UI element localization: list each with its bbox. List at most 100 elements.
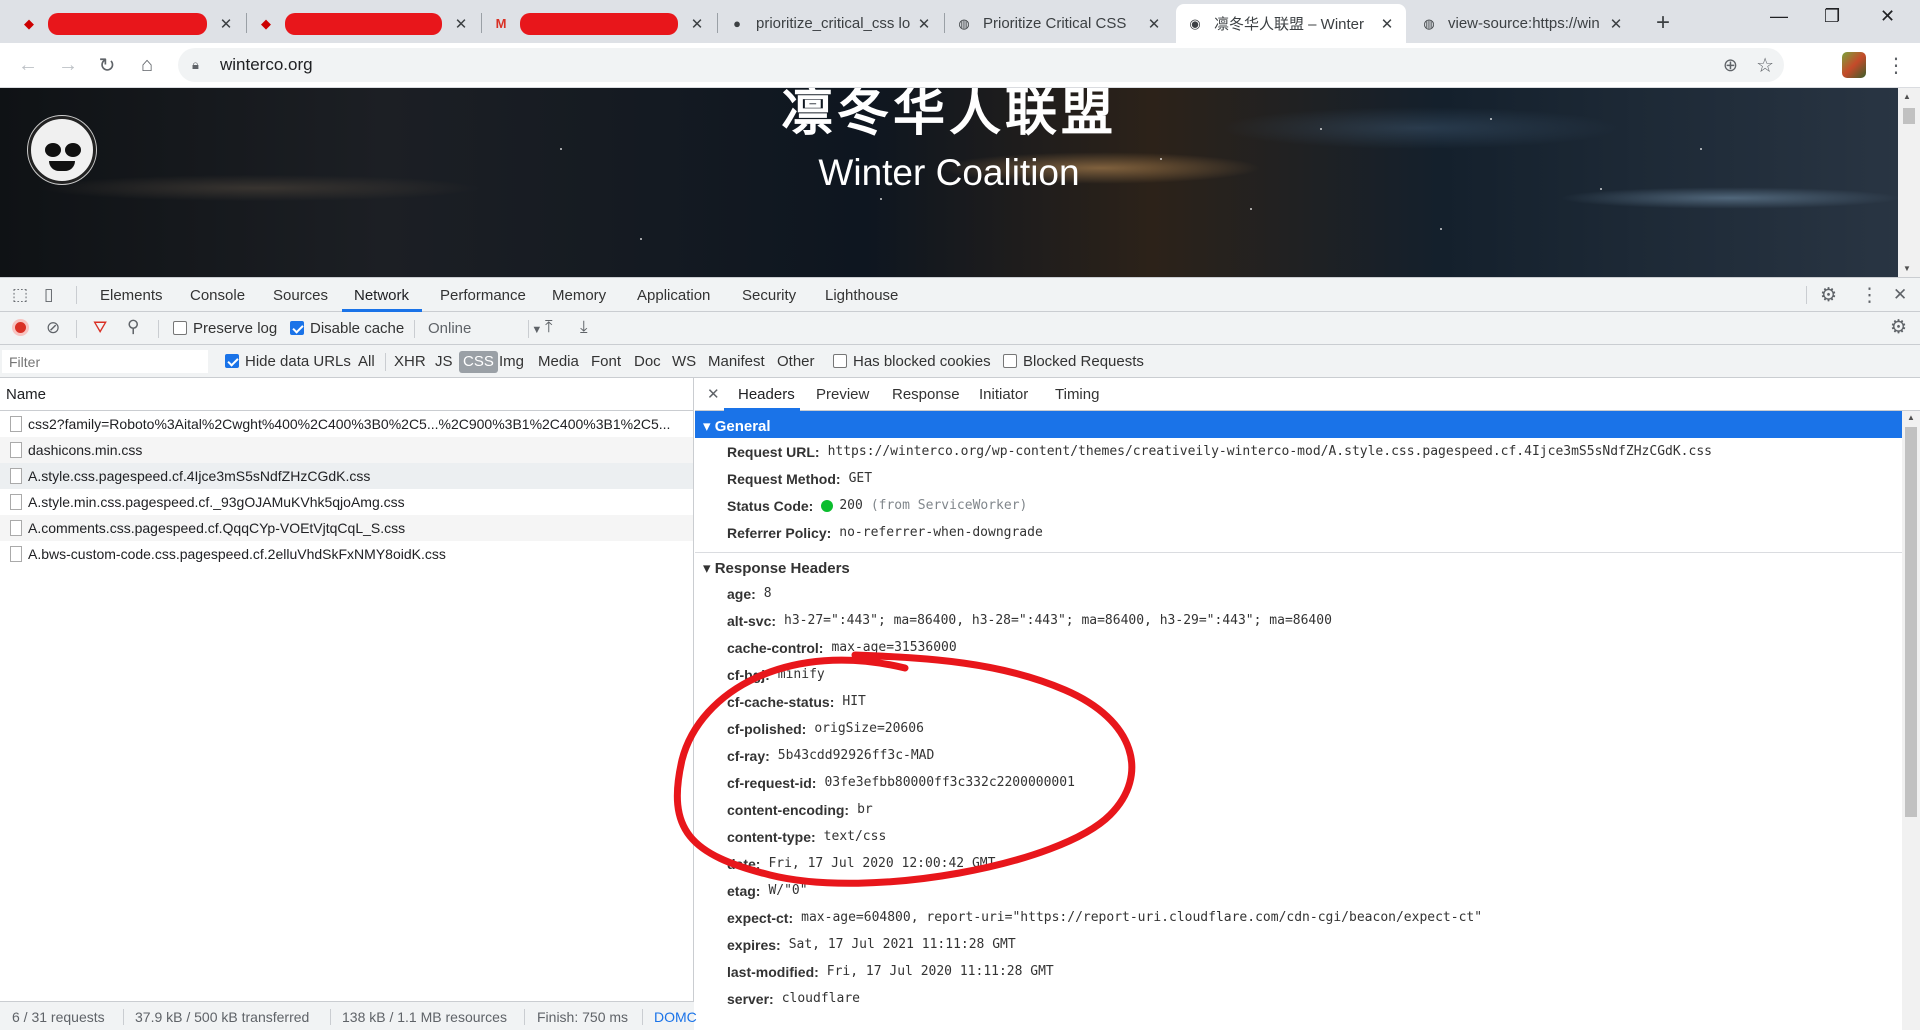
close-tab-icon[interactable]: ✕: [1378, 15, 1396, 33]
close-devtools-icon[interactable]: ✕: [1893, 285, 1907, 305]
close-window-icon[interactable]: ✕: [1880, 6, 1895, 27]
tab-initiator[interactable]: Initiator: [979, 386, 1028, 403]
extension-icon[interactable]: [1842, 52, 1866, 78]
filter-type-js[interactable]: JS: [435, 353, 453, 370]
request-name: dashicons.min.css: [28, 442, 143, 458]
header-row: cf-request-id: 03fe3efbb80000ff3c332c2200…: [695, 769, 1902, 796]
device-toolbar-icon[interactable]: ▯: [44, 285, 53, 305]
network-filter-bar: Hide data URLs All XHR JS CSS Img Media …: [0, 345, 1920, 378]
filter-type-ws[interactable]: WS: [672, 353, 696, 370]
header-value: br: [857, 802, 873, 817]
devtools-menu-icon[interactable]: ⋮: [1860, 284, 1879, 307]
bookmark-star-icon[interactable]: ☆: [1756, 53, 1774, 78]
tab-headers[interactable]: Headers: [738, 386, 795, 403]
export-har-icon[interactable]: ⤓: [580, 317, 588, 337]
filter-type-manifest[interactable]: Manifest: [708, 353, 765, 370]
add-icon[interactable]: ⊕: [1723, 55, 1738, 76]
request-row[interactable]: A.bws-custom-code.css.pagespeed.cf.2ellu…: [0, 541, 693, 567]
webpage-hero: 凛冬华人联盟 Winter Coalition ▲ ▼: [0, 88, 1920, 277]
tab-response[interactable]: Response: [892, 386, 960, 403]
filter-type-all[interactable]: All: [358, 353, 375, 370]
new-tab-button[interactable]: +: [1656, 9, 1670, 37]
restore-icon[interactable]: ❐: [1824, 6, 1840, 27]
close-tab-icon[interactable]: ✕: [1607, 15, 1625, 33]
filter-type-font[interactable]: Font: [591, 353, 621, 370]
filter-type-media[interactable]: Media: [538, 353, 579, 370]
expand-triangle-icon: ▾: [703, 418, 711, 435]
tab-application[interactable]: Application: [637, 287, 710, 304]
detail-scrollbar[interactable]: ▲: [1902, 411, 1920, 1030]
column-header-name[interactable]: Name: [0, 378, 693, 411]
import-har-icon[interactable]: ⤒: [545, 317, 553, 337]
close-tab-icon[interactable]: ✕: [452, 15, 470, 33]
close-tab-icon[interactable]: ✕: [1145, 15, 1163, 33]
close-detail-icon[interactable]: ✕: [707, 385, 720, 403]
status-ok-icon: [821, 499, 834, 512]
browser-tab[interactable]: ◍ view-source:https://win ✕: [1410, 4, 1635, 43]
site-favicon-icon: ◆: [261, 15, 271, 31]
throttling-select[interactable]: Online ▼: [428, 320, 542, 337]
close-tab-icon[interactable]: ✕: [688, 15, 706, 33]
browser-tab[interactable]: M ✕: [482, 4, 716, 43]
close-tab-icon[interactable]: ✕: [915, 15, 933, 33]
hide-data-urls-checkbox[interactable]: Hide data URLs: [225, 353, 351, 370]
address-url[interactable]: winterco.org: [220, 55, 313, 75]
filter-type-doc[interactable]: Doc: [634, 353, 661, 370]
tab-elements[interactable]: Elements: [100, 287, 163, 304]
header-row: server: cloudflare: [695, 985, 1902, 1012]
forward-button[interactable]: →: [54, 51, 82, 79]
general-section-header[interactable]: ▾ General: [695, 411, 1902, 438]
header-row: Status Code: 200 (from ServiceWorker): [727, 497, 1028, 514]
address-bar[interactable]: 🔒︎ winterco.org ⊕ ☆: [178, 48, 1784, 82]
header-value: W/"0": [768, 883, 808, 898]
close-tab-icon[interactable]: ✕: [217, 15, 235, 33]
lock-icon[interactable]: 🔒︎: [192, 57, 208, 73]
inspect-element-icon[interactable]: ⬚: [12, 285, 28, 305]
tab-sources[interactable]: Sources: [273, 287, 328, 304]
network-settings-icon[interactable]: ⚙: [1890, 316, 1907, 339]
browser-tab[interactable]: ◍ Prioritize Critical CSS ✕: [945, 4, 1173, 43]
preserve-log-checkbox[interactable]: Preserve log: [173, 320, 277, 337]
reload-button[interactable]: ↻: [93, 51, 121, 79]
tab-console[interactable]: Console: [190, 287, 245, 304]
search-icon[interactable]: ⚲: [127, 317, 139, 337]
page-scrollbar[interactable]: ▲ ▼: [1898, 88, 1920, 277]
request-row[interactable]: dashicons.min.css: [0, 437, 693, 463]
gmail-icon: M: [495, 16, 507, 31]
filter-input[interactable]: [2, 350, 208, 373]
blocked-requests-checkbox[interactable]: Blocked Requests: [1003, 353, 1144, 370]
filter-type-xhr[interactable]: XHR: [394, 353, 426, 370]
browser-menu-icon[interactable]: ⋮: [1886, 53, 1906, 78]
tab-preview[interactable]: Preview: [816, 386, 869, 403]
tab-lighthouse[interactable]: Lighthouse: [825, 287, 898, 304]
settings-gear-icon[interactable]: ⚙: [1820, 284, 1837, 307]
minimize-icon[interactable]: —: [1770, 6, 1788, 27]
disable-cache-checkbox[interactable]: Disable cache: [290, 320, 404, 337]
back-button[interactable]: ←: [14, 51, 42, 79]
request-row[interactable]: css2?family=Roboto%3Aital%2Cwght%400%2C4…: [0, 411, 693, 437]
tab-timing[interactable]: Timing: [1055, 386, 1099, 403]
record-icon[interactable]: [12, 319, 29, 336]
browser-tab[interactable]: ◆ ✕: [10, 4, 245, 43]
tab-performance[interactable]: Performance: [440, 287, 526, 304]
tab-memory[interactable]: Memory: [552, 287, 606, 304]
header-row: expect-ct: max-age=604800, report-uri="ht…: [695, 904, 1902, 931]
tab-security[interactable]: Security: [742, 287, 796, 304]
finish-time: Finish: 750 ms: [537, 1009, 629, 1025]
redacted-tab-title: [48, 12, 207, 35]
filter-type-other[interactable]: Other: [777, 353, 815, 370]
request-row-selected[interactable]: A.style.css.pagespeed.cf.4Ijce3mS5sNdfZH…: [0, 463, 693, 489]
browser-tab[interactable]: ● prioritize_critical_css lo ✕: [718, 4, 943, 43]
browser-tab-active[interactable]: ◉ 凛冬华人联盟 – Winter ✕: [1176, 4, 1406, 43]
filter-funnel-icon[interactable]: ⛛: [93, 318, 107, 338]
filter-type-css[interactable]: CSS: [459, 351, 498, 373]
filter-type-img[interactable]: Img: [499, 353, 524, 370]
home-button[interactable]: ⌂: [133, 51, 161, 79]
clear-icon[interactable]: ⊘: [46, 318, 60, 338]
response-headers-section-header[interactable]: ▾ Response Headers: [695, 553, 1902, 580]
request-row[interactable]: A.style.min.css.pagespeed.cf._93gOJAMuKV…: [0, 489, 693, 515]
request-row[interactable]: A.comments.css.pagespeed.cf.QqqCYp-VOEtV…: [0, 515, 693, 541]
browser-tab[interactable]: ◆ ✕: [247, 4, 480, 43]
has-blocked-cookies-checkbox[interactable]: Has blocked cookies: [833, 353, 991, 370]
tab-network[interactable]: Network: [354, 287, 409, 304]
